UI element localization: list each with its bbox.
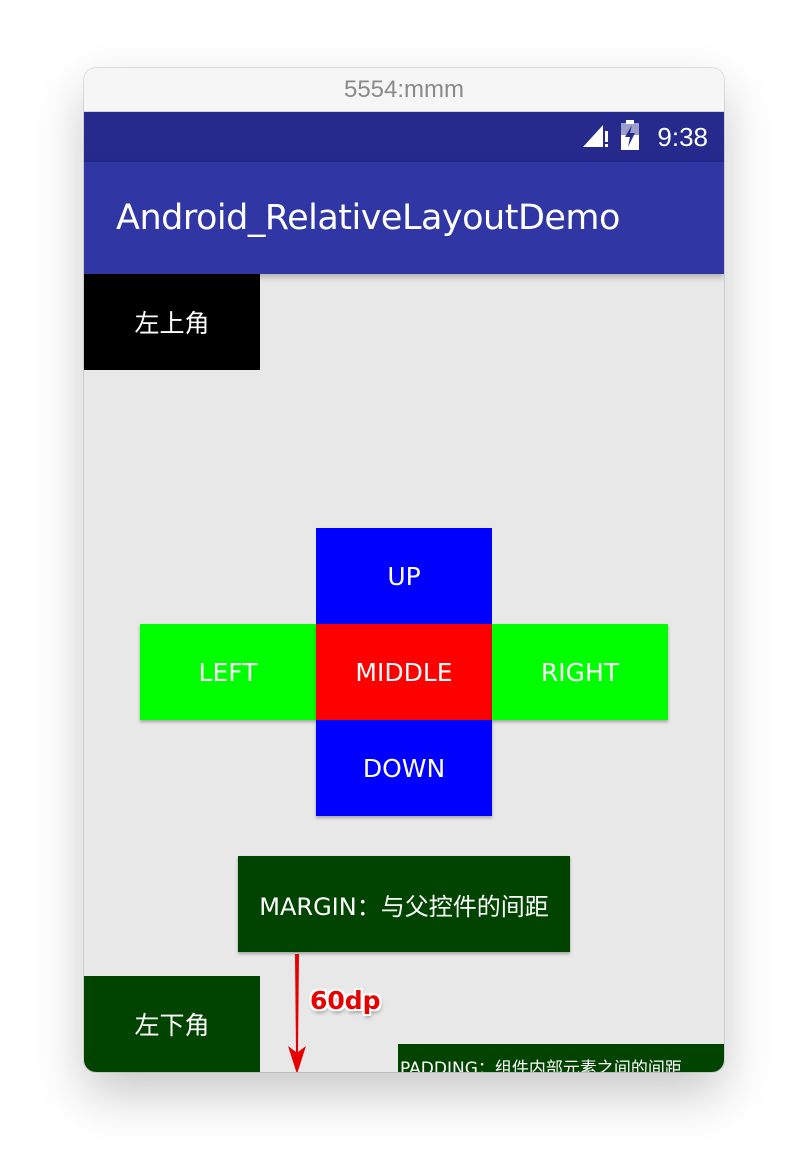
status-icons: 9:38 xyxy=(581,112,708,162)
left-button[interactable]: LEFT xyxy=(140,624,316,720)
window-title-bar: 5554:mmm xyxy=(84,68,724,112)
top-left-label: 左上角 xyxy=(134,309,210,338)
middle-label: MIDDLE xyxy=(355,657,453,687)
margin-annotation-arrow xyxy=(288,954,306,1072)
padding-label: PADDING：组件内部元素之间的间距 xyxy=(400,1059,682,1072)
middle-button[interactable]: MIDDLE xyxy=(316,624,492,720)
signal-icon xyxy=(581,121,611,153)
window-title: 5554:mmm xyxy=(343,76,465,103)
down-label: DOWN xyxy=(362,753,446,783)
app-title: Android_RelativeLayoutDemo xyxy=(116,198,620,238)
bottom-left-button[interactable]: 左下角 xyxy=(84,976,260,1072)
app-bar: Android_RelativeLayoutDemo xyxy=(84,162,724,274)
battery-icon xyxy=(619,119,641,155)
relative-layout-content: 左上角 UP LEFT MIDDLE RIGHT DOWN MARGIN：与父控… xyxy=(84,274,724,1072)
up-button[interactable]: UP xyxy=(316,528,492,624)
status-bar: 9:38 xyxy=(84,112,724,162)
margin-button[interactable]: MARGIN：与父控件的间距 xyxy=(238,856,570,952)
annotation-label: 60dp xyxy=(310,986,381,1015)
left-label: LEFT xyxy=(198,657,258,687)
right-button[interactable]: RIGHT xyxy=(492,624,668,720)
bottom-left-label: 左下角 xyxy=(134,1011,210,1040)
padding-button[interactable]: PADDING：组件内部元素之间的间距 xyxy=(398,1044,724,1072)
emulator-window: 5554:mmm 9:38 Android_RelativeLayoutDemo… xyxy=(84,68,724,1072)
top-left-button[interactable]: 左上角 xyxy=(84,274,260,370)
status-clock: 9:38 xyxy=(657,121,708,152)
down-button[interactable]: DOWN xyxy=(316,720,492,816)
margin-label: MARGIN：与父控件的间距 xyxy=(259,892,549,921)
right-label: RIGHT xyxy=(540,657,620,687)
up-label: UP xyxy=(387,561,421,591)
